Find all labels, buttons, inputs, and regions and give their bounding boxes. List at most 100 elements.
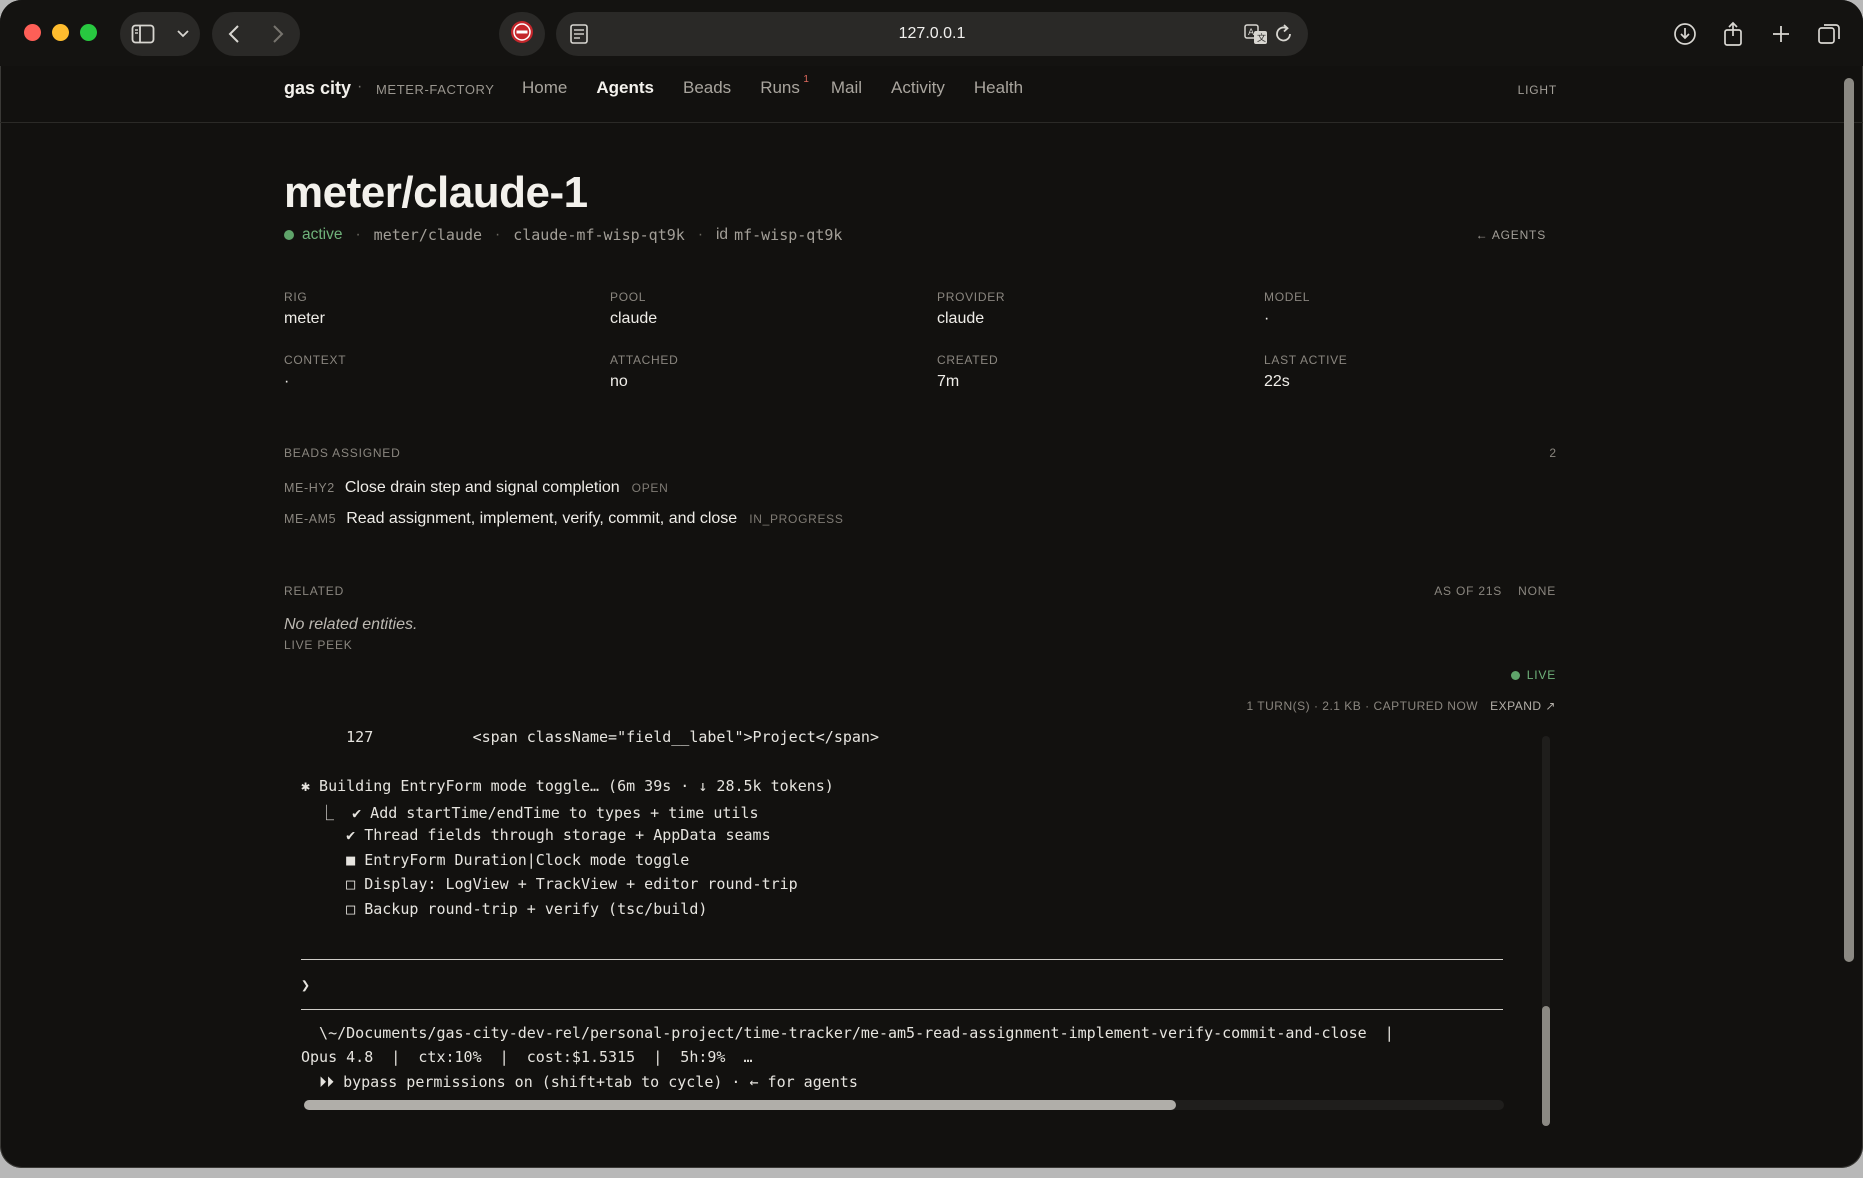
capture-meta: 1 TURN(S) · 2.1 KB · CAPTURED NOW EXPAND…	[1247, 699, 1557, 713]
terminal-statusbar: Opus 4.8 | ctx:10% | cost:$1.5315 | 5h:9…	[301, 1048, 753, 1066]
field-provider: PROVIDER claude	[937, 290, 1257, 328]
terminal-divider	[301, 1009, 1503, 1010]
blocker-extension-button[interactable]	[499, 12, 545, 56]
bead-status: OPEN	[631, 481, 669, 495]
field-label: ATTACHED	[610, 353, 679, 367]
field-value: meter	[284, 310, 325, 327]
meta-separator: ·	[697, 226, 703, 243]
brand-separator: ·	[357, 78, 363, 95]
scrollbar-thumb[interactable]	[1844, 78, 1854, 962]
field-label: PROVIDER	[937, 290, 1006, 304]
new-tab-icon[interactable]	[1761, 12, 1801, 56]
field-value: 22s	[1264, 373, 1290, 390]
sidebar-icon[interactable]	[131, 24, 155, 44]
scrollbar-thumb[interactable]	[1542, 1006, 1550, 1126]
shield-icon	[510, 20, 534, 49]
field-value: claude	[937, 310, 985, 327]
field-label: RIG	[284, 290, 308, 304]
sidebar-toggle-group	[120, 12, 200, 56]
terminal-horizontal-scrollbar[interactable]	[304, 1100, 1504, 1110]
back-icon[interactable]	[228, 25, 240, 43]
svg-text:A: A	[1248, 28, 1255, 38]
field-value: no	[610, 373, 628, 390]
close-window-button[interactable]	[24, 24, 41, 41]
bead-id: ME-AM5	[284, 512, 337, 526]
bead-id: ME-HY2	[284, 481, 335, 495]
nav-health[interactable]: Health	[974, 78, 1023, 98]
expand-button[interactable]: EXPAND ↗	[1490, 699, 1556, 713]
field-value: ·	[284, 373, 290, 390]
terminal-path: \~/Documents/gas-city-dev-rel/personal-p…	[301, 1024, 1394, 1042]
terminal-line: ⎿ ✔ Add startTime/endTime to types + tim…	[301, 804, 759, 822]
nav-home[interactable]: Home	[522, 78, 567, 98]
field-label: LAST ACTIVE	[1264, 353, 1348, 367]
zoom-window-button[interactable]	[80, 24, 97, 41]
back-to-agents-link[interactable]: ← AGENTS	[1476, 228, 1546, 242]
bead-row[interactable]: ME-AM5 Read assignment, implement, verif…	[284, 510, 844, 528]
terminal-vertical-scrollbar[interactable]	[1542, 736, 1550, 1126]
brand-link[interactable]: gas city	[284, 78, 351, 99]
related-meta: AS OF 21S NONE	[1434, 584, 1556, 598]
nav-runs[interactable]: Runs 1	[760, 74, 809, 98]
reload-icon[interactable]	[1274, 23, 1294, 50]
nav-runs-label: Runs	[760, 78, 800, 97]
field-context: CONTEXT ·	[284, 353, 604, 391]
agent-id-label: id	[715, 226, 729, 243]
bead-status: IN_PROGRESS	[749, 512, 844, 526]
url-text: 127.0.0.1	[898, 25, 966, 42]
factory-name: METER-FACTORY	[376, 82, 495, 97]
browser-toolbar: 127.0.0.1 A文	[0, 0, 1863, 66]
field-value: claude	[610, 310, 658, 327]
share-icon[interactable]	[1713, 12, 1753, 56]
runs-count-badge: 1	[803, 74, 809, 85]
field-pool: POOL claude	[610, 290, 930, 328]
beads-count: 2	[1549, 446, 1556, 460]
terminal-line: 127 <span className="field__label">Proje…	[301, 728, 879, 746]
minimize-window-button[interactable]	[52, 24, 69, 41]
related-filter[interactable]: NONE	[1518, 584, 1556, 598]
page-title: meter/claude-1	[284, 168, 588, 217]
page-scrollbar[interactable]	[1844, 78, 1854, 962]
nav-beads[interactable]: Beads	[683, 78, 731, 98]
scrollbar-thumb[interactable]	[304, 1100, 1176, 1110]
live-dot-icon	[1510, 670, 1520, 680]
translate-icon[interactable]: A文	[1244, 23, 1268, 50]
forward-icon[interactable]	[272, 25, 284, 43]
related-section-label: RELATED	[284, 584, 345, 598]
terminal-line: □ Backup round-trip + verify (tsc/build)	[301, 900, 708, 918]
reader-icon[interactable]	[570, 24, 588, 49]
terminal-line: □ Display: LogView + TrackView + editor …	[301, 875, 798, 893]
bead-title[interactable]: Read assignment, implement, verify, comm…	[346, 510, 737, 528]
live-peek-label: LIVE PEEK	[284, 638, 353, 652]
meta-separator: ·	[495, 226, 501, 243]
nav-links: Home Agents Beads Runs 1 Mail Activity He…	[522, 74, 1052, 98]
chevron-down-icon[interactable]	[177, 30, 189, 38]
tab-overview-icon[interactable]	[1809, 12, 1849, 56]
field-value: 7m	[937, 373, 960, 390]
terminal-divider	[301, 959, 1503, 960]
bead-row[interactable]: ME-HY2 Close drain step and signal compl…	[284, 479, 668, 497]
agent-session: claude-mf-wisp-qt9k	[513, 226, 685, 244]
terminal-peek[interactable]: 127 <span className="field__label">Proje…	[284, 724, 1554, 1126]
theme-toggle[interactable]: LIGHT	[1518, 83, 1557, 97]
terminal-line: ■ EntryForm Duration|Clock mode toggle	[301, 851, 690, 869]
field-last-active: LAST ACTIVE 22s	[1264, 353, 1584, 391]
history-nav-group	[212, 12, 300, 56]
nav-agents[interactable]: Agents	[596, 78, 654, 98]
bead-title[interactable]: Close drain step and signal completion	[345, 479, 620, 497]
field-label: POOL	[610, 290, 647, 304]
live-label: LIVE	[1526, 668, 1556, 682]
field-created: CREATED 7m	[937, 353, 1257, 391]
nav-activity[interactable]: Activity	[891, 78, 945, 98]
terminal-line: ✔ Thread fields through storage + AppDat…	[301, 826, 771, 844]
terminal-prompt: ❯	[301, 976, 311, 994]
address-bar[interactable]: 127.0.0.1 A文	[556, 12, 1308, 56]
terminal-line: ✱ Building EntryForm mode toggle… (6m 39…	[301, 777, 834, 795]
downloads-icon[interactable]	[1665, 12, 1705, 56]
beads-section-label: BEADS ASSIGNED	[284, 446, 401, 460]
browser-window: 127.0.0.1 A文 gas city · METER-FACTORY Ho…	[0, 0, 1863, 1168]
field-label: MODEL	[1264, 290, 1311, 304]
status-dot-icon	[284, 230, 294, 240]
nav-mail[interactable]: Mail	[831, 78, 862, 98]
related-empty-state: No related entities.	[284, 616, 418, 633]
